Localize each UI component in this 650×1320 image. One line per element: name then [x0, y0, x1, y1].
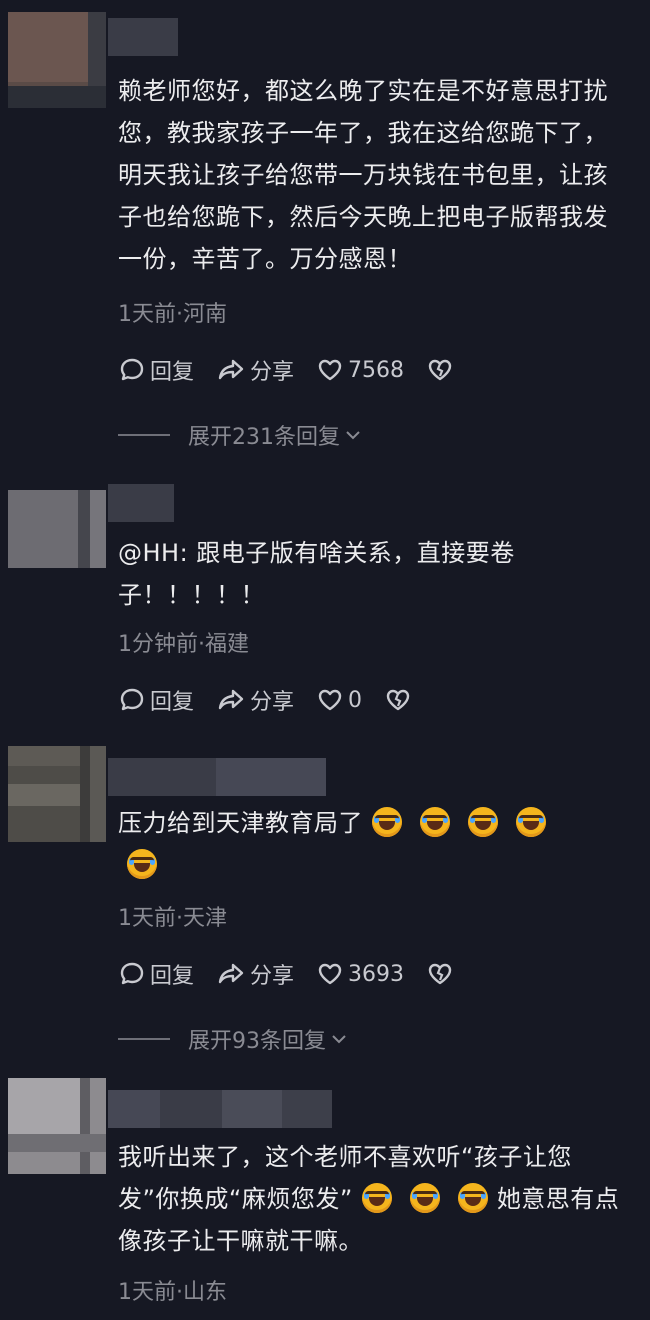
chevron-down-icon	[332, 1035, 346, 1044]
comment-meta: 1天前·山东	[118, 1280, 227, 1305]
share-button[interactable]: 分享	[216, 684, 294, 716]
comment-meta: 1天前·天津	[118, 906, 227, 931]
laugh-cry-emoji	[127, 849, 157, 879]
comment-text: 压力给到天津教育局了	[118, 802, 598, 886]
comment-actions: 回复 分享 3693	[118, 956, 476, 992]
share-label: 分享	[250, 690, 295, 715]
broken-heart-icon	[428, 963, 452, 985]
reply-label: 回复	[150, 964, 195, 989]
dislike-button[interactable]	[426, 356, 454, 384]
comment-text-body: 压力给到天津教育局了	[118, 809, 363, 837]
comment-text: @HH: 跟电子版有啥关系，直接要卷子！！！！！	[118, 539, 515, 609]
laugh-cry-emoji	[457, 1183, 488, 1213]
divider-line	[118, 434, 170, 436]
share-arrow-icon	[218, 689, 244, 710]
chevron-down-icon	[346, 431, 360, 440]
like-button[interactable]: 7568	[316, 356, 404, 384]
share-arrow-icon	[218, 359, 244, 380]
share-label: 分享	[250, 964, 295, 989]
heart-icon	[318, 689, 342, 711]
dislike-button[interactable]	[426, 960, 454, 988]
comment-meta: 1天前·河南	[118, 302, 227, 327]
reply-button[interactable]: 回复	[118, 958, 194, 990]
avatar[interactable]	[8, 746, 106, 842]
like-button[interactable]: 0	[316, 686, 362, 714]
expand-label: 展开93条回复	[188, 1029, 326, 1054]
share-button[interactable]: 分享	[216, 958, 294, 990]
share-label: 分享	[250, 360, 295, 385]
laugh-cry-emoji	[372, 807, 402, 837]
expand-replies[interactable]: 展开93条回复	[118, 1024, 348, 1054]
comment-text: 赖老师您好，都这么晚了实在是不好意思打扰您，教我家孩子一年了，我在这给您跪下了，…	[118, 77, 608, 273]
laugh-cry-emoji	[420, 807, 450, 837]
laugh-cry-emoji	[409, 1183, 440, 1213]
comment-text: 我听出来了，这个老师不喜欢听“孩子让您发”你换成“麻烦您发” 她意思有点像孩子让干…	[118, 1136, 633, 1262]
like-count: 0	[348, 687, 363, 713]
divider-line	[118, 1038, 170, 1040]
heart-icon	[318, 963, 342, 985]
dislike-button[interactable]	[384, 686, 412, 714]
heart-icon	[318, 359, 342, 381]
laugh-cry-emoji	[516, 807, 546, 837]
like-count: 3693	[348, 961, 405, 987]
avatar[interactable]	[8, 490, 106, 586]
reply-label: 回复	[150, 360, 195, 385]
avatar[interactable]	[8, 12, 106, 108]
laugh-cry-emoji	[361, 1183, 392, 1213]
reply-button[interactable]: 回复	[118, 354, 194, 386]
avatar[interactable]	[8, 1078, 106, 1174]
comment-actions: 回复 分享 0	[118, 682, 434, 718]
comment-bubble-icon	[120, 358, 144, 381]
share-arrow-icon	[218, 963, 244, 984]
comment-actions: 回复 分享 7568	[118, 352, 476, 388]
like-button[interactable]: 3693	[316, 960, 404, 988]
expand-label: 展开231条回复	[188, 425, 340, 450]
comment-bubble-icon	[120, 688, 144, 711]
share-button[interactable]: 分享	[216, 354, 294, 386]
reply-label: 回复	[150, 690, 195, 715]
broken-heart-icon	[428, 359, 452, 381]
like-count: 7568	[348, 357, 405, 383]
laugh-cry-emoji	[468, 807, 498, 837]
reply-button[interactable]: 回复	[118, 684, 194, 716]
comment-meta: 1分钟前·福建	[118, 632, 249, 657]
expand-replies[interactable]: 展开231条回复	[118, 420, 362, 450]
comment-bubble-icon	[120, 962, 144, 985]
broken-heart-icon	[386, 689, 410, 711]
